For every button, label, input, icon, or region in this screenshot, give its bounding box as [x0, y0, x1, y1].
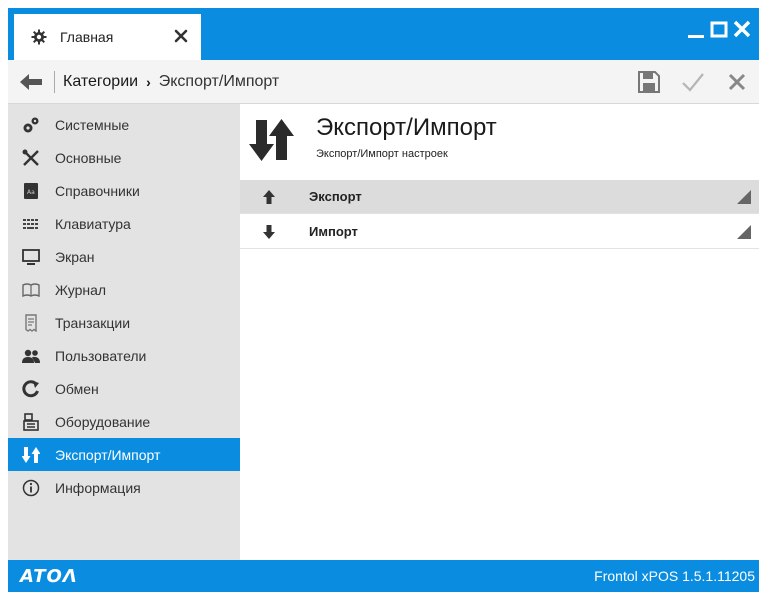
open-book-icon — [21, 280, 41, 300]
back-arrow-icon — [20, 73, 42, 90]
cross-icon — [728, 73, 746, 91]
apply-button[interactable] — [671, 60, 715, 104]
arrow-down-icon — [262, 224, 276, 239]
sync-icon — [21, 379, 41, 399]
window-controls — [687, 18, 751, 40]
toolbar — [627, 60, 759, 104]
sidebar-item-label: Системные — [55, 116, 130, 133]
save-icon — [638, 71, 660, 93]
export-import-icon — [21, 445, 41, 465]
sidebar-item-label: Транзакции — [55, 314, 131, 331]
sidebar: Системные Основные Aa Справочники Клавиа… — [8, 104, 240, 560]
sidebar-item-users[interactable]: Пользователи — [8, 339, 240, 372]
sidebar-item-system[interactable]: Системные — [8, 108, 240, 141]
checkmark-icon — [682, 73, 704, 92]
sidebar-item-screen[interactable]: Экран — [8, 240, 240, 273]
tab-close-icon[interactable] — [173, 28, 189, 44]
maximize-icon[interactable] — [710, 18, 728, 40]
keyboard-icon — [21, 214, 41, 234]
sidebar-item-transactions[interactable]: Транзакции — [8, 306, 240, 339]
users-icon — [21, 346, 41, 366]
export-import-icon — [249, 119, 294, 161]
breadcrumb-parent[interactable]: Категории — [63, 73, 138, 91]
breadcrumb-bar: Категории › Экспорт/Импорт — [8, 60, 759, 104]
sidebar-item-label: Экспорт/Импорт — [55, 446, 161, 463]
section-header: Экспорт/Импорт Экспорт/Импорт настроек — [240, 104, 759, 172]
sidebar-item-label: Журнал — [55, 281, 107, 298]
cancel-button[interactable] — [715, 60, 759, 104]
svg-text:Aa: Aa — [27, 189, 35, 196]
back-button[interactable] — [8, 60, 54, 104]
info-icon — [21, 478, 41, 498]
close-icon[interactable] — [733, 18, 751, 40]
version-label: Frontol xPOS 1.5.1.11205 — [594, 568, 755, 584]
sidebar-item-basic[interactable]: Основные — [8, 141, 240, 174]
sidebar-item-label: Клавиатура — [55, 215, 131, 232]
sidebar-item-label: Оборудование — [55, 413, 151, 430]
monitor-icon — [21, 247, 41, 267]
brand-logo: ATOΛ — [20, 566, 78, 587]
app-window: Главная Категории › Экспорт/Импорт Систе… — [8, 8, 759, 592]
sidebar-item-info[interactable]: Информация — [8, 471, 240, 504]
page-title: Экспорт/Импорт — [316, 114, 497, 141]
tools-icon — [21, 148, 41, 168]
sidebar-item-label: Справочники — [55, 182, 140, 199]
expand-corner-icon[interactable] — [737, 225, 751, 239]
sidebar-item-label: Обмен — [55, 380, 99, 397]
tab-label: Главная — [60, 29, 114, 45]
save-button[interactable] — [627, 60, 671, 104]
main-content: Экспорт/Импорт Экспорт/Импорт настроек Э… — [240, 104, 759, 560]
breadcrumb-current: Экспорт/Импорт — [158, 72, 280, 90]
sidebar-item-label: Информация — [55, 479, 141, 496]
breadcrumb-separator: › — [146, 73, 151, 90]
title-bar: Главная — [8, 8, 759, 60]
list-item-export[interactable]: Экспорт — [240, 180, 759, 214]
divider — [54, 70, 55, 93]
sidebar-item-label: Основные — [55, 149, 122, 166]
list-item-label: Экспорт — [309, 189, 362, 204]
receipt-icon — [21, 313, 41, 333]
sidebar-item-exchange[interactable]: Обмен — [8, 372, 240, 405]
gears-icon — [21, 115, 41, 135]
sidebar-item-export-import[interactable]: Экспорт/Импорт — [8, 438, 240, 471]
sidebar-item-journal[interactable]: Журнал — [8, 273, 240, 306]
sidebar-item-label: Экран — [55, 248, 95, 265]
expand-corner-icon[interactable] — [737, 190, 751, 204]
gear-icon — [31, 29, 47, 45]
sidebar-item-equipment[interactable]: Оборудование — [8, 405, 240, 438]
arrow-up-icon — [262, 189, 276, 204]
sidebar-item-label: Пользователи — [55, 347, 147, 364]
cash-register-icon — [21, 412, 41, 432]
sidebar-item-references[interactable]: Aa Справочники — [8, 174, 240, 207]
sidebar-item-keyboard[interactable]: Клавиатура — [8, 207, 240, 240]
minimize-icon[interactable] — [687, 18, 705, 40]
list-item-label: Импорт — [309, 224, 358, 239]
status-bar: ATOΛ Frontol xPOS 1.5.1.11205 — [8, 560, 759, 592]
book-icon: Aa — [21, 181, 41, 201]
tab-home[interactable]: Главная — [14, 14, 201, 60]
list-item-import[interactable]: Импорт — [240, 215, 759, 249]
page-subtitle: Экспорт/Импорт настроек — [316, 148, 448, 160]
